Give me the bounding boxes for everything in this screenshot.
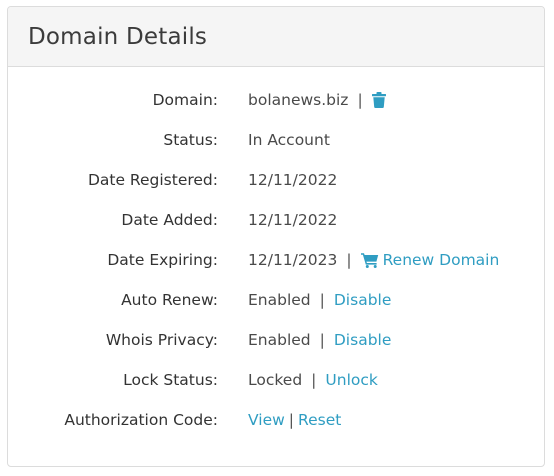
disable-whois-privacy-link[interactable]: Disable	[334, 331, 392, 349]
auto-renew-label: Auto Renew:	[121, 291, 218, 309]
separator: |	[346, 251, 352, 269]
panel-header: Domain Details	[8, 7, 544, 67]
renew-domain-label: Renew Domain	[382, 251, 500, 269]
domain-name: bolanews.biz	[248, 91, 349, 109]
details-list: Domain: bolanews.biz | Status: In Accoun…	[8, 80, 544, 440]
separator: |	[311, 371, 317, 389]
authorization-code-label: Authorization Code:	[64, 411, 218, 429]
row-date-registered: Date Registered: 12/11/2022	[8, 160, 544, 200]
authorization-code-value-group: View | Reset	[248, 411, 341, 429]
date-added-value: 12/11/2022	[248, 211, 338, 229]
date-added-label: Date Added:	[121, 211, 218, 229]
domain-value-group: bolanews.biz |	[248, 91, 386, 109]
whois-privacy-value-group: Enabled | Disable	[248, 331, 391, 349]
separator: |	[357, 91, 363, 109]
date-expiring-value: 12/11/2023	[248, 251, 338, 269]
row-date-added: Date Added: 12/11/2022	[8, 200, 544, 240]
date-registered-value-group: 12/11/2022	[248, 171, 337, 189]
auto-renew-value: Enabled	[248, 291, 311, 309]
status-value-group: In Account	[248, 131, 330, 149]
row-status: Status: In Account	[8, 120, 544, 160]
trash-icon[interactable]	[371, 92, 386, 108]
disable-auto-renew-link[interactable]: Disable	[334, 291, 392, 309]
row-domain: Domain: bolanews.biz |	[8, 80, 544, 120]
row-lock-status: Lock Status: Locked | Unlock	[8, 360, 544, 400]
whois-privacy-label: Whois Privacy:	[105, 331, 218, 349]
auto-renew-value-group: Enabled | Disable	[248, 291, 391, 309]
whois-privacy-value: Enabled	[248, 331, 311, 349]
row-authorization-code: Authorization Code: View | Reset	[8, 400, 544, 440]
date-added-value-group: 12/11/2022	[248, 211, 337, 229]
separator: |	[288, 411, 295, 429]
renew-domain-link[interactable]: Renew Domain	[360, 251, 500, 269]
date-registered-label: Date Registered:	[87, 171, 218, 189]
panel-title: Domain Details	[28, 23, 208, 50]
separator: |	[319, 291, 325, 309]
status-label: Status:	[163, 131, 218, 149]
domain-details-panel: Domain Details Domain: bolanews.biz | St…	[7, 6, 545, 467]
row-auto-renew: Auto Renew: Enabled | Disable	[8, 280, 544, 320]
row-whois-privacy: Whois Privacy: Enabled | Disable	[8, 320, 544, 360]
cart-icon	[360, 252, 379, 268]
row-date-expiring: Date Expiring: 12/11/2023 | Renew Domain	[8, 240, 544, 280]
date-expiring-label: Date Expiring:	[107, 251, 218, 269]
lock-status-value-group: Locked | Unlock	[248, 371, 378, 389]
view-auth-code-link[interactable]: View	[248, 411, 285, 429]
lock-status-value: Locked	[248, 371, 303, 389]
lock-status-label: Lock Status:	[123, 371, 218, 389]
date-registered-value: 12/11/2022	[248, 171, 338, 189]
separator: |	[319, 331, 325, 349]
unlock-link[interactable]: Unlock	[325, 371, 377, 389]
date-expiring-value-group: 12/11/2023 | Renew Domain	[248, 251, 499, 269]
reset-auth-code-link[interactable]: Reset	[298, 411, 341, 429]
domain-label: Domain:	[152, 91, 218, 109]
status-value: In Account	[248, 131, 330, 149]
